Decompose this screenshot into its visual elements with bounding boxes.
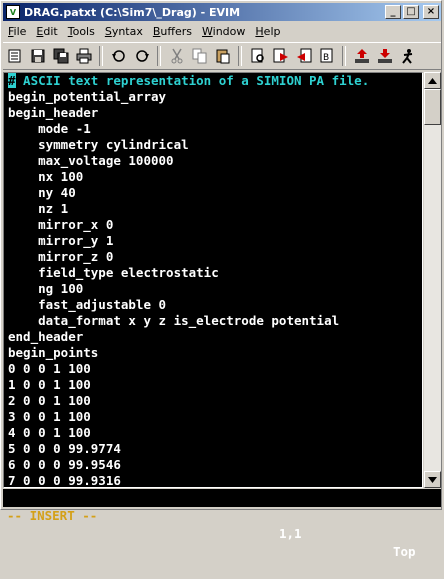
save-icon[interactable]	[27, 45, 49, 67]
save-session-icon[interactable]	[374, 45, 396, 67]
menu-help[interactable]: Help	[250, 25, 285, 38]
toolbar-separator	[238, 46, 242, 66]
editor-line: 1 0 0 1 100	[8, 377, 91, 392]
text-editor[interactable]: # ASCII text representation of a SIMION …	[3, 72, 423, 488]
find-next-icon[interactable]	[270, 45, 292, 67]
editor-line: field_type electrostatic	[8, 265, 219, 280]
app-window: V DRAG.patxt (C:\Sim7\_Drag) - EVIM _ □ …	[0, 0, 442, 559]
editor-line: mirror_x 0	[8, 217, 114, 232]
editor-line: ny 40	[8, 185, 76, 200]
menu-bar: File Edit Tools Syntax Buffers Window He…	[3, 22, 441, 40]
arrow-down-icon	[428, 476, 437, 483]
status-line: -- INSERT -- 1,1 Top	[3, 489, 441, 559]
find-icon[interactable]	[247, 45, 269, 67]
menu-edit[interactable]: Edit	[31, 25, 62, 38]
editor-line: symmetry cylindrical	[8, 137, 189, 152]
cut-icon[interactable]	[166, 45, 188, 67]
editor-line: max_voltage 100000	[8, 153, 174, 168]
toolbar: B	[3, 42, 441, 70]
title-bar[interactable]: V DRAG.patxt (C:\Sim7\_Drag) - EVIM _ □ …	[3, 3, 441, 21]
comment-text: ASCII text representation of a SIMION PA…	[15, 73, 370, 88]
editor-line: nx 100	[8, 169, 84, 184]
menu-buffers[interactable]: Buffers	[148, 25, 197, 38]
print-icon[interactable]	[73, 45, 95, 67]
editor-line: # ASCII text representation of a SIMION …	[4, 73, 422, 89]
undo-icon[interactable]	[108, 45, 130, 67]
editor-line: 6 0 0 0 99.9546	[8, 457, 121, 472]
toolbar-separator	[99, 46, 103, 66]
editor-line: begin_potential_array	[8, 89, 167, 104]
editor-line: 3 0 0 1 100	[8, 409, 91, 424]
editor-line: mode -1	[8, 121, 91, 136]
toolbar-separator	[157, 46, 161, 66]
editor-line: 2 0 0 1 100	[8, 393, 91, 408]
editor-line: 4 0 0 1 100	[8, 425, 91, 440]
save-all-icon[interactable]	[50, 45, 72, 67]
editor-line: 7 0 0 0 99.9316	[8, 473, 121, 488]
find-prev-icon[interactable]	[293, 45, 315, 67]
svg-text:B: B	[323, 53, 329, 63]
run-script-icon[interactable]	[397, 45, 419, 67]
vertical-scrollbar[interactable]	[424, 72, 441, 488]
open-icon[interactable]	[4, 45, 26, 67]
copy-icon[interactable]	[189, 45, 211, 67]
editor-line: begin_header	[8, 105, 99, 120]
scroll-up-button[interactable]	[424, 72, 441, 89]
menu-tools[interactable]: Tools	[63, 25, 100, 38]
scroll-position: Top	[393, 544, 416, 559]
scroll-down-button[interactable]	[424, 471, 441, 488]
editor-line: nz 1	[8, 201, 69, 216]
arrow-up-icon	[428, 77, 437, 84]
scroll-thumb[interactable]	[424, 89, 441, 125]
close-button[interactable]: ×	[423, 5, 439, 19]
toolbar-separator	[342, 46, 346, 66]
menu-syntax[interactable]: Syntax	[100, 25, 148, 38]
load-session-icon[interactable]	[351, 45, 373, 67]
text-cursor: #	[8, 73, 16, 88]
editor-line: mirror_y 1	[8, 233, 114, 248]
maximize-button[interactable]: □	[403, 5, 419, 19]
editor-line: ng 100	[8, 281, 84, 296]
menu-window[interactable]: Window	[197, 25, 250, 38]
mode-indicator: -- INSERT --	[7, 508, 98, 523]
editor-line: begin_points	[8, 345, 99, 360]
editor-line: 0 0 0 1 100	[8, 361, 91, 376]
editor-line: 5 0 0 0 99.9774	[8, 441, 121, 456]
editor-line: mirror_z 0	[8, 249, 114, 264]
replace-icon[interactable]: B	[316, 45, 338, 67]
paste-icon[interactable]	[212, 45, 234, 67]
editor-line: data_format x y z is_electrode potential	[8, 313, 340, 328]
editor-line: fast_adjustable 0	[8, 297, 167, 312]
window-title: DRAG.patxt (C:\Sim7\_Drag) - EVIM	[24, 5, 241, 19]
redo-icon[interactable]	[131, 45, 153, 67]
minimize-button[interactable]: _	[385, 5, 401, 19]
vim-icon[interactable]: V	[6, 5, 20, 19]
menu-file[interactable]: File	[3, 25, 31, 38]
editor-line: end_header	[8, 329, 84, 344]
cursor-position: 1,1	[279, 526, 302, 541]
